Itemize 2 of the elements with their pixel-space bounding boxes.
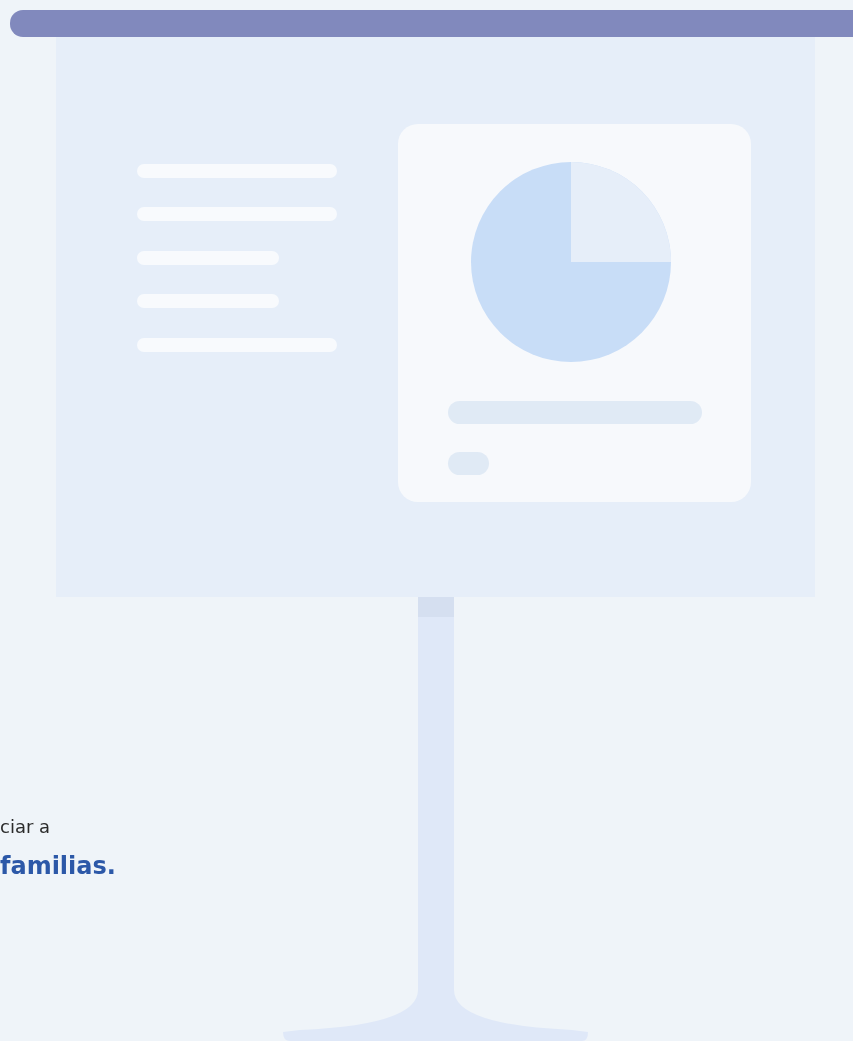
paragraph-text: familias. bbox=[0, 851, 116, 882]
paragraph-text: ciar a bbox=[0, 815, 52, 839]
